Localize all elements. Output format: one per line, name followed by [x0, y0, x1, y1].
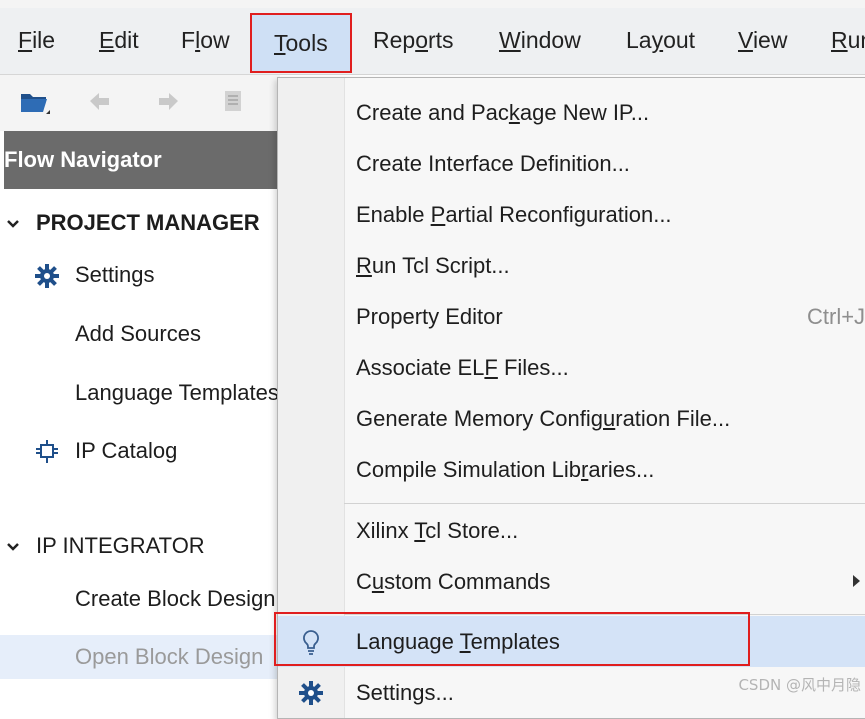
- menu-item-custom-commands[interactable]: Custom Commands: [278, 556, 865, 607]
- menu-separator: [344, 614, 865, 615]
- menu-tools[interactable]: Tools: [250, 13, 352, 73]
- open-folder-icon[interactable]: [18, 85, 52, 119]
- flow-navigator: PROJECT MANAGER Settings Add Sources Lan…: [0, 189, 280, 700]
- toolbar: [0, 75, 280, 131]
- ip-plug-icon: [36, 440, 58, 463]
- menu-file[interactable]: File: [18, 8, 55, 74]
- redo-icon[interactable]: [150, 85, 184, 119]
- nav-item-open-block-design[interactable]: Open Block Design: [0, 635, 280, 679]
- flow-navigator-header: Flow Navigator: [4, 131, 280, 189]
- menu-item-enable-partial-reconfiguration[interactable]: Enable Partial Reconfiguration...: [278, 189, 865, 240]
- menu-item-property-editor[interactable]: Property Editor Ctrl+J: [278, 291, 865, 342]
- watermark: CSDN @风中月隐: [738, 676, 861, 694]
- menu-window[interactable]: Window: [499, 8, 581, 74]
- menu-item-generate-memory-config[interactable]: Generate Memory Configuration File...: [278, 393, 865, 444]
- tools-dropdown-menu: Create and Package New IP... Create Inte…: [277, 77, 865, 719]
- lightbulb-icon: [303, 630, 319, 655]
- nav-item-add-sources[interactable]: Add Sources: [0, 312, 280, 356]
- chevron-down-icon: [7, 220, 19, 228]
- menu-item-compile-simulation-libraries[interactable]: Compile Simulation Libraries...: [278, 444, 865, 495]
- nav-item-settings[interactable]: Settings: [0, 253, 280, 297]
- menu-flow[interactable]: Flow: [181, 8, 230, 74]
- menu-item-run-tcl-script[interactable]: Run Tcl Script...: [278, 240, 865, 291]
- menu-reports[interactable]: Reports: [373, 8, 454, 74]
- menu-item-associate-elf-files[interactable]: Associate ELF Files...: [278, 342, 865, 393]
- menu-layout[interactable]: Layout: [626, 8, 695, 74]
- gear-icon: [35, 264, 59, 288]
- submenu-arrow-icon: [853, 575, 860, 587]
- menu-item-create-interface-definition[interactable]: Create Interface Definition...: [278, 138, 865, 189]
- menu-item-language-templates[interactable]: Language Templates: [278, 616, 865, 667]
- chevron-down-icon: [7, 543, 19, 551]
- gear-icon: [299, 681, 323, 705]
- shortcut-label: Ctrl+J: [807, 304, 865, 329]
- nav-item-create-block-design[interactable]: Create Block Design: [0, 577, 280, 621]
- nav-item-language-templates[interactable]: Language Templates: [0, 371, 280, 415]
- title-bar-remnant: [0, 0, 865, 8]
- menu-view[interactable]: View: [738, 8, 787, 74]
- menu-item-xilinx-tcl-store[interactable]: Xilinx Tcl Store...: [278, 505, 865, 556]
- menu-separator: [344, 503, 865, 504]
- nav-item-ip-catalog[interactable]: IP Catalog: [0, 429, 280, 473]
- menu-item-create-package-ip[interactable]: Create and Package New IP...: [278, 87, 865, 138]
- copy-icon[interactable]: [216, 85, 250, 119]
- section-ip-integrator[interactable]: IP INTEGRATOR: [0, 524, 280, 568]
- undo-icon[interactable]: [84, 85, 118, 119]
- menu-edit[interactable]: Edit: [99, 8, 139, 74]
- menu-bar: File Edit Flow Tools Reports Window Layo…: [0, 8, 865, 75]
- section-project-manager[interactable]: PROJECT MANAGER: [0, 201, 280, 245]
- menu-run[interactable]: Run: [831, 8, 865, 74]
